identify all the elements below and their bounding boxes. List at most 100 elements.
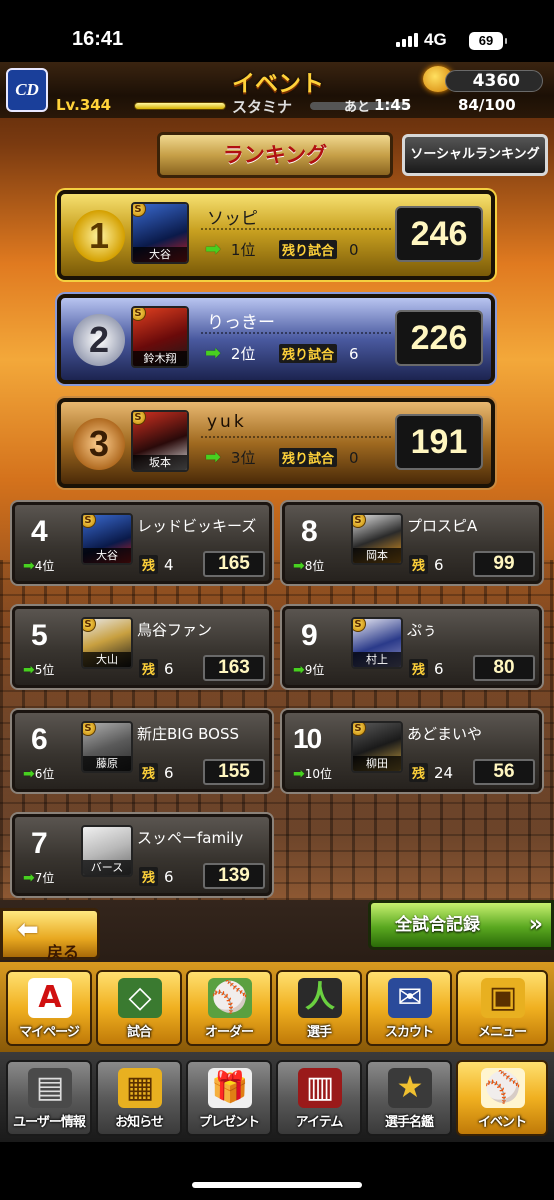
rank-card-1[interactable]: 1 S 大谷 ソッピ ➡ 1位 残り試合 0 246 [57,190,495,280]
safe-area [0,1142,554,1200]
score: 80 [473,655,535,681]
rank-number: 10 [293,723,322,754]
double-chevron-right-icon: » [528,912,543,937]
all-records-button[interactable]: 全試合記録 » [368,900,554,950]
remaining-games: 残り試合 0 [279,448,359,467]
score: 165 [203,551,265,577]
exp-gauge [134,102,226,110]
silver-medal-icon: 2 [73,314,125,366]
event-bat-icon: ⚾ [481,1068,525,1108]
remaining-games: 残 24 [409,763,453,782]
news-icon: ▦ [118,1068,162,1108]
arrow-right-icon: ➡ [23,766,35,782]
remaining-games: 残り試合 6 [279,344,359,363]
divider [201,332,391,336]
score: 99 [473,551,535,577]
rank-card-10[interactable]: 10 S 柳田 あどまいや ➡10位 残 24 56 [282,710,542,792]
previous-rank: ➡ 2位 [205,342,256,364]
previous-rank: ➡8位 [293,558,325,574]
field-icon: ◇ [118,978,162,1018]
player-name: 大谷 [133,247,187,262]
back-label: 戻る [47,943,80,962]
player-portrait: S 坂本 [131,410,189,472]
all-records-label: 全試合記録 [395,915,480,935]
rank-card-3[interactable]: 3 S 坂本 yuk ➡ 3位 残り試合 0 191 [57,398,495,488]
user-name: レッドビッキーズ [137,517,257,535]
menu-icon: ▣ [481,978,525,1018]
nav-event[interactable]: ⚾ イベント [456,1060,548,1136]
player-portrait: S 大山 [81,617,133,669]
signal-icon [396,33,418,47]
player-icon: 人 [298,978,342,1018]
diamond-icon: ⚾ [208,978,252,1018]
remaining-games: 残6 [139,659,174,678]
remaining-games: 残4 [139,555,174,574]
rank-card-2[interactable]: 2 S 鈴木翔 りっきー ➡ 2位 残り試合 6 226 [57,294,495,384]
coin-count[interactable]: 4360 [445,70,543,92]
nav-match[interactable]: ◇ 試合 [96,970,182,1046]
nav-present[interactable]: 🎁 プレゼント [186,1060,272,1136]
ranking-tab[interactable]: ランキング [157,132,393,178]
bronze-medal-icon: 3 [73,418,125,470]
nav-menu[interactable]: ▣ メニュー [456,970,548,1046]
player-portrait: S 大谷 [131,202,189,264]
arrow-right-icon: ➡ [205,342,221,364]
player-portrait: S 柳田 [351,721,403,773]
user-name: yuk [207,412,247,432]
player-name: 大山 [83,652,131,667]
player-portrait: S 藤原 [81,721,133,773]
previous-rank: ➡ 1位 [205,238,256,260]
previous-rank: ➡6位 [23,766,55,782]
remaining-games: 残6 [409,659,444,678]
rank-number: 6 [31,723,48,756]
user-card-icon: ▤ [28,1068,72,1108]
rank-card-9[interactable]: 9 S 村上 ぷぅ ➡9位 残6 80 [282,606,542,688]
nav-user-info[interactable]: ▤ ユーザー情報 [6,1060,92,1136]
rank-number: 8 [301,515,318,548]
gift-icon: 🎁 [208,1068,252,1108]
arrow-right-icon: ➡ [293,558,305,574]
user-name: プロスピA [407,517,478,535]
rank-number: 5 [31,619,48,652]
rank-card-6[interactable]: 6 S 藤原 新庄BIG BOSS ➡6位 残6 155 [12,710,272,792]
rank-card-7[interactable]: 7 バース スッペーfamily ➡7位 残6 139 [12,814,272,896]
level-stamina-bar: Lv.344 スタミナ あと 1:45 84/100 [52,96,552,116]
player-portrait: S 岡本 [351,513,403,565]
score: 163 [203,655,265,681]
score: 139 [203,863,265,889]
nav-news[interactable]: ▦ お知らせ [96,1060,182,1136]
recovery-label: あと [344,100,371,115]
user-name: 新庄BIG BOSS [137,725,239,743]
player-portrait: S 大谷 [81,513,133,565]
sub-nav: ▤ ユーザー情報 ▦ お知らせ 🎁 プレゼント ▥ アイテム ★ 選手名鑑 ⚾ イベント [0,1052,554,1142]
nav-players[interactable]: 人選手 [276,970,362,1046]
nav-item[interactable]: ▥ アイテム [276,1060,362,1136]
rank-number: 9 [301,619,318,652]
player-name: バース [83,860,131,875]
back-button[interactable]: ⬅ 戻る [0,908,100,962]
player-portrait: S 鈴木翔 [131,306,189,368]
status-bar: 16:41 4G 69 [0,0,554,62]
rank-card-8[interactable]: 8 S 岡本 プロスピA ➡8位 残6 99 [282,502,542,584]
nav-scout[interactable]: ✉ スカウト [366,970,452,1046]
team-logo[interactable]: CD [6,68,48,112]
rank-card-5[interactable]: 5 S 大山 鳥谷ファン ➡5位 残6 163 [12,606,272,688]
arrow-right-icon: ➡ [205,446,221,468]
previous-rank: ➡4位 [23,558,55,574]
social-ranking-tab[interactable]: ソーシャルランキング [402,134,548,176]
scout-icon: ✉ [388,978,432,1018]
arrow-right-icon: ➡ [205,238,221,260]
page-title: イベント [232,71,324,97]
nav-player-directory[interactable]: ★ 選手名鑑 [366,1060,452,1136]
arrow-right-icon: ➡ [23,870,35,886]
arrow-right-icon: ➡ [23,662,35,678]
user-name: りっきー [207,313,275,333]
rank-number: 7 [31,827,48,860]
nav-mypage[interactable]: A マイページ [6,970,92,1046]
score: 191 [395,414,483,470]
home-indicator[interactable] [192,1182,362,1188]
nav-order[interactable]: ⚾ オーダー [186,970,272,1046]
remaining-games: 残り試合 0 [279,240,359,259]
rank-card-4[interactable]: 4 S 大谷 レッドビッキーズ ➡4位 残4 165 [12,502,272,584]
score: 226 [395,310,483,366]
